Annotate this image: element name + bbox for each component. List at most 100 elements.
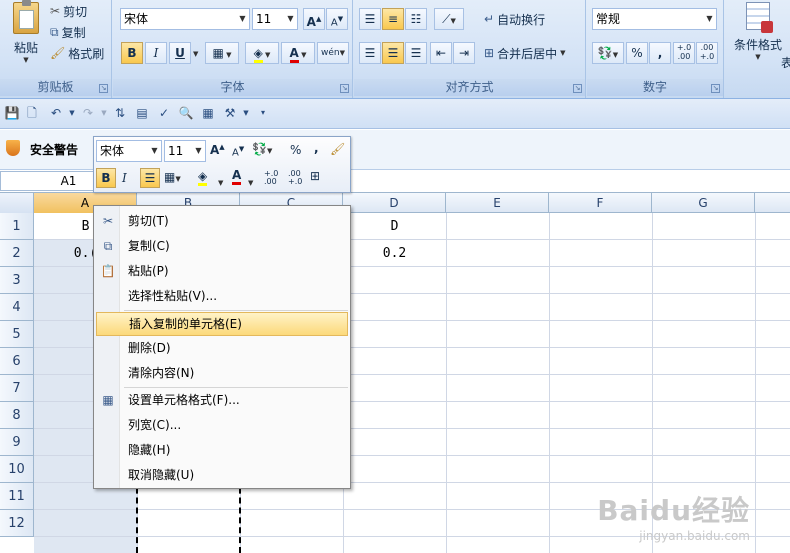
menu-item-unhide[interactable]: 取消隐藏(U) — [96, 463, 348, 487]
copy-button[interactable]: ⧉ 复制 — [50, 21, 86, 43]
mini-font-color-dropdown-icon[interactable]: ▼ — [248, 174, 253, 188]
paste-button[interactable]: 粘贴 ▼ — [6, 0, 46, 70]
orientation-button[interactable]: ⟋▼ — [434, 8, 464, 30]
cut-button[interactable]: ✂ 剪切 — [50, 0, 87, 22]
row-header-7[interactable]: 7 — [0, 375, 34, 402]
mini-italic-icon[interactable]: I — [122, 171, 127, 185]
row-header-8[interactable]: 8 — [0, 402, 34, 429]
align-right-button[interactable]: ☰ — [405, 42, 427, 64]
bottom-align-button[interactable]: ☷ — [405, 8, 427, 30]
mini-percent-icon[interactable]: % — [290, 143, 301, 157]
row-header-4[interactable]: 4 — [0, 294, 34, 321]
shrink-font-button[interactable]: A▼ — [326, 8, 348, 30]
table-icon[interactable]: ▦ — [200, 105, 216, 121]
cell-d1[interactable]: D — [343, 213, 446, 240]
bold-button[interactable]: B — [121, 42, 143, 64]
menu-item-column-width[interactable]: 列宽(C)... — [96, 413, 348, 437]
grow-font-button[interactable]: A▲ — [303, 8, 325, 30]
select-all-corner[interactable] — [0, 193, 34, 213]
number-format-combo[interactable]: 常规 ▼ — [592, 8, 717, 30]
row-header-1[interactable]: 1 — [0, 213, 34, 240]
mini-center-button[interactable]: ☰ — [140, 168, 160, 188]
save-icon[interactable]: 💾 — [4, 105, 20, 121]
font-launcher-icon[interactable]: ↘ — [340, 84, 349, 93]
row-header-11[interactable]: 11 — [0, 483, 34, 510]
mini-font-color-icon[interactable]: A — [232, 168, 242, 185]
merge-center-button[interactable]: ⊞ 合并后居中 ▼ — [484, 42, 565, 64]
underline-button[interactable]: U — [169, 42, 191, 64]
menu-item-clear-contents[interactable]: 清除内容(N) — [96, 361, 348, 385]
column-header-d[interactable]: D — [343, 193, 446, 213]
column-header-e[interactable]: E — [446, 193, 549, 213]
row-header-6[interactable]: 6 — [0, 348, 34, 375]
mini-brush-icon[interactable]: 🖌 — [330, 142, 345, 156]
menu-item-hide[interactable]: 隐藏(H) — [96, 438, 348, 462]
row-header-5[interactable]: 5 — [0, 321, 34, 348]
row-header-9[interactable]: 9 — [0, 429, 34, 456]
font-name-combo[interactable]: 宋体 ▼ — [120, 8, 250, 30]
undo-dropdown-icon[interactable]: ▼ — [64, 105, 80, 121]
number-launcher-icon[interactable]: ↘ — [711, 84, 720, 93]
top-align-button[interactable]: ☰ — [359, 8, 381, 30]
decrease-indent-button[interactable]: ⇤ — [430, 42, 452, 64]
column-header-f[interactable]: F — [549, 193, 652, 213]
menu-item-paste-special[interactable]: 选择性粘贴(V)... — [96, 284, 348, 308]
align-center-button[interactable]: ☰ — [382, 42, 404, 64]
redo-dropdown-icon[interactable]: ▼ — [96, 105, 112, 121]
font-color-button[interactable]: A ▼ — [281, 42, 315, 64]
mini-font-size-combo[interactable]: 11 ▼ — [164, 140, 206, 162]
spelling-icon[interactable]: ✓ — [156, 105, 172, 121]
sort-icon[interactable]: ⇅ — [112, 105, 128, 121]
row-header-12[interactable]: 12 — [0, 510, 34, 537]
increase-decimal-button[interactable]: +.0 .00 — [673, 42, 695, 64]
mini-fill-dropdown-icon[interactable]: ▼ — [218, 174, 223, 188]
menu-item-insert-copied-cells[interactable]: 插入复制的单元格(E) — [96, 312, 348, 336]
column-header-g[interactable]: G — [652, 193, 755, 213]
mini-increase-decimal-icon[interactable]: +.0.00 — [264, 170, 278, 186]
cell-d2[interactable]: 0.2 — [343, 240, 446, 267]
print-preview-icon[interactable]: 🔍 — [178, 105, 194, 121]
mini-comma-icon[interactable]: , — [314, 141, 319, 155]
mini-currency-icon[interactable]: 💱▼ — [252, 142, 272, 156]
calculator-icon[interactable]: ▤ — [134, 105, 150, 121]
menu-item-cut[interactable]: ✂ 剪切(T) — [96, 209, 348, 233]
mini-merge-icon[interactable]: ⊞ — [310, 169, 320, 183]
mini-bold-button[interactable]: B — [96, 168, 116, 188]
mini-font-name-combo[interactable]: 宋体 ▼ — [96, 140, 162, 162]
accounting-format-button[interactable]: 💱▼ — [592, 42, 624, 64]
borders-button[interactable]: ▦ ▼ — [205, 42, 239, 64]
align-left-button[interactable]: ☰ — [359, 42, 381, 64]
new-file-icon[interactable]: 🗋 — [24, 105, 40, 121]
tools-icon[interactable]: ⚒ — [222, 105, 238, 121]
middle-align-button[interactable]: ≡ — [382, 8, 404, 30]
customize-qat-icon[interactable]: ▾ — [255, 105, 271, 121]
wrap-text-button[interactable]: ↵ 自动换行 — [484, 8, 545, 30]
redo-icon[interactable]: ↷ — [80, 105, 96, 121]
phonetic-button[interactable]: wén▼ — [317, 42, 349, 64]
conditional-format-button[interactable]: 条件格式 ▼ — [729, 2, 787, 72]
comma-button[interactable]: , — [649, 42, 671, 64]
alignment-launcher-icon[interactable]: ↘ — [573, 84, 582, 93]
mini-fill-color-icon[interactable]: ◈ — [198, 169, 208, 186]
italic-button[interactable]: I — [145, 42, 167, 64]
decrease-decimal-button[interactable]: .00 +.0 — [696, 42, 718, 64]
row-header-10[interactable]: 10 — [0, 456, 34, 483]
menu-item-paste[interactable]: 📋 粘贴(P) — [96, 259, 348, 283]
undo-icon[interactable]: ↶ — [48, 105, 64, 121]
mini-decrease-decimal-icon[interactable]: .00 +.0 — [288, 170, 302, 186]
row-header-2[interactable]: 2 — [0, 240, 34, 267]
font-size-combo[interactable]: 11 ▼ — [252, 8, 298, 30]
mini-borders-icon[interactable]: ▦▼ — [164, 170, 181, 184]
clipboard-launcher-icon[interactable]: ↘ — [99, 84, 108, 93]
mini-shrink-font-icon[interactable]: A▼ — [232, 145, 244, 158]
menu-item-delete[interactable]: 删除(D) — [96, 336, 348, 360]
underline-dropdown-icon[interactable]: ▼ — [193, 50, 198, 58]
percent-button[interactable]: % — [626, 42, 648, 64]
row-header-3[interactable]: 3 — [0, 267, 34, 294]
format-painter-button[interactable]: 🖌 格式刷 — [50, 42, 104, 64]
tools-dropdown-icon[interactable]: ▼ — [238, 105, 254, 121]
menu-item-copy[interactable]: ⧉ 复制(C) — [96, 234, 348, 258]
mini-grow-font-icon[interactable]: A▲ — [210, 143, 225, 157]
menu-item-format-cells[interactable]: ▦ 设置单元格格式(F)... — [96, 388, 348, 412]
increase-indent-button[interactable]: ⇥ — [453, 42, 475, 64]
